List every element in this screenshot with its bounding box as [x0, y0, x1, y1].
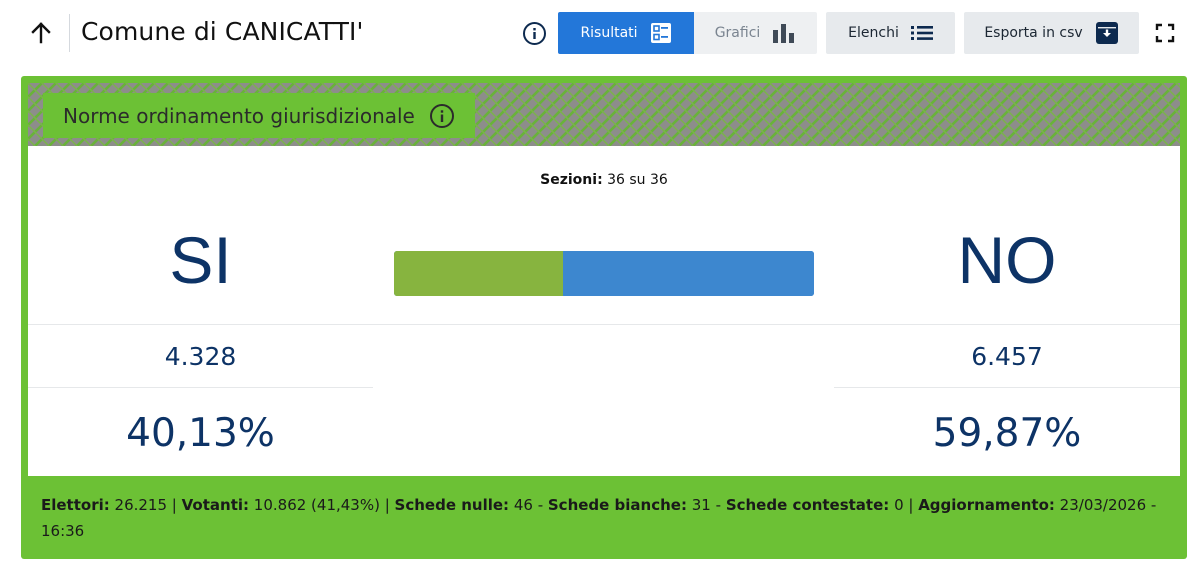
list-detail-icon [650, 23, 671, 43]
referendum-card: Norme ordinamento giurisdizionale Sezion… [21, 76, 1187, 559]
list-icon [910, 26, 933, 40]
contestate-value: 0 [894, 496, 904, 514]
turnout-footer: Elettori: 26.215 | Votanti: 10.862 (41,4… [41, 496, 1157, 540]
arrow-up-icon [31, 22, 51, 44]
title-divider [69, 14, 70, 52]
nulle-value: 46 [513, 496, 533, 514]
risultati-label: Risultati [580, 25, 638, 41]
row-divider [28, 324, 373, 325]
bianche-label: Schede bianche: [547, 496, 687, 514]
row-divider [28, 387, 373, 388]
info-icon[interactable] [429, 103, 455, 129]
si-votes: 4.328 [164, 342, 237, 371]
bianche-value: 31 [691, 496, 711, 514]
votanti-value: 10.862 (41,43%) [253, 496, 380, 514]
grafici-tab-button[interactable]: Grafici [694, 12, 817, 54]
si-percent: 40,13% [126, 411, 275, 456]
info-button[interactable] [522, 21, 547, 46]
card-header: Norme ordinamento giurisdizionale [28, 83, 1180, 146]
si-bar-segment [394, 251, 563, 296]
si-label: SI [169, 223, 232, 297]
no-bar-segment [563, 251, 814, 296]
bar-chart-icon [773, 24, 795, 43]
nulle-label: Schede nulle: [394, 496, 510, 514]
export-csv-button[interactable]: Esporta in csv [964, 12, 1139, 54]
elenchi-label: Elenchi [848, 25, 899, 41]
row-divider [834, 387, 1180, 388]
back-button[interactable] [26, 18, 56, 48]
no-percent: 59,87% [932, 411, 1082, 456]
export-csv-label: Esporta in csv [984, 25, 1083, 41]
elettori-value: 26.215 [114, 496, 168, 514]
top-bar: Comune di CANICATTI' Risultati Grafici E… [0, 0, 1193, 68]
topic-label: Norme ordinamento giurisdizionale [43, 93, 475, 138]
aggiornamento-label: Aggiornamento: [918, 496, 1055, 514]
fullscreen-button[interactable] [1155, 23, 1175, 43]
grafici-label: Grafici [714, 25, 761, 41]
page-title: Comune di CANICATTI' [81, 17, 364, 46]
no-label: NO [957, 223, 1057, 297]
topic-title: Norme ordinamento giurisdizionale [63, 103, 415, 128]
votanti-label: Votanti: [181, 496, 250, 514]
sections-count: Sezioni: 36 su 36 [28, 172, 1180, 188]
risultati-tab-button[interactable]: Risultati [558, 12, 694, 54]
no-votes: 6.457 [971, 342, 1043, 371]
fullscreen-icon [1155, 23, 1175, 43]
contestate-label: Schede contestate: [725, 496, 890, 514]
result-bar [394, 251, 814, 296]
card-body: Sezioni: 36 su 36 SI NO 4.328 6.457 40,1… [28, 146, 1180, 476]
elettori-label: Elettori: [41, 496, 110, 514]
sections-value: 36 su 36 [607, 172, 668, 188]
row-divider [834, 324, 1180, 325]
sections-label: Sezioni: [540, 172, 603, 188]
download-box-icon [1095, 22, 1118, 44]
info-icon [523, 22, 546, 45]
elenchi-button[interactable]: Elenchi [826, 12, 955, 54]
row-divider [373, 324, 834, 325]
